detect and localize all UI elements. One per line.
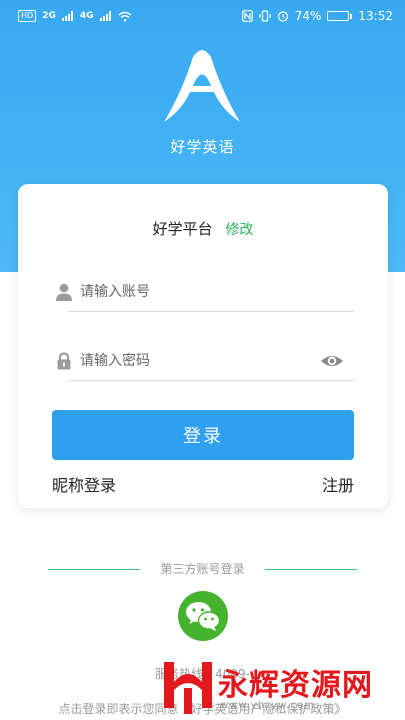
password-field <box>52 341 354 381</box>
account-input[interactable] <box>80 278 310 306</box>
nfc-icon <box>241 10 253 22</box>
platform-row: 好学平台 修改 <box>18 218 388 239</box>
network-2g-label: 2G <box>42 11 56 21</box>
wifi-icon <box>118 11 131 22</box>
signal-icon-2 <box>99 11 111 21</box>
status-left: HD 2G 4G <box>18 10 132 22</box>
app-name: 好学英语 <box>170 138 235 156</box>
platform-name: 好学平台 <box>152 220 213 238</box>
platform-edit-link[interactable]: 修改 <box>225 222 253 238</box>
network-4g-label: 4G <box>79 11 94 21</box>
hd-badge: HD <box>18 10 37 22</box>
watermark-text: 永辉资源网 <box>218 668 373 703</box>
account-underline <box>68 311 354 312</box>
status-right: 74% 13:52 <box>241 9 393 23</box>
battery-icon <box>327 11 353 21</box>
password-input[interactable] <box>80 347 310 375</box>
nickname-login-link[interactable]: 昵称登录 <box>52 472 116 496</box>
watermark-url: www.yhzyw.com <box>220 700 316 711</box>
divider-line-right <box>265 569 357 570</box>
wechat-icon <box>186 602 221 631</box>
vibrate-icon <box>259 10 271 22</box>
status-bar: HD 2G 4G 74% 13:52 <box>0 0 405 32</box>
signal-icon <box>61 11 73 21</box>
app-logo <box>164 50 240 122</box>
login-button[interactable]: 登录 <box>52 410 354 460</box>
eye-icon[interactable] <box>320 351 344 371</box>
alarm-icon <box>277 11 288 22</box>
account-field <box>52 272 354 312</box>
user-icon <box>56 283 72 301</box>
login-card: 好学平台 修改 登录 昵称登录 注册 <box>18 184 388 508</box>
register-link[interactable]: 注册 <box>322 472 354 496</box>
watermark: 永辉资源网 www.yhzyw.com <box>160 652 405 720</box>
battery-percent: 74% <box>294 9 322 23</box>
wechat-login-button[interactable] <box>178 591 228 641</box>
watermark-logo <box>164 662 212 714</box>
lock-icon <box>57 352 71 370</box>
clock-time: 13:52 <box>358 9 393 23</box>
third-party-divider: 第三方账号登录 <box>0 560 405 580</box>
password-underline <box>68 380 354 381</box>
